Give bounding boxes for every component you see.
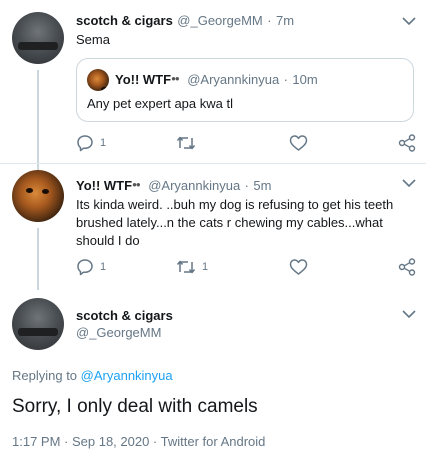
chevron-down-icon[interactable] [402,309,416,319]
eyes-emoji-icon: ●● [171,74,180,83]
main-tweet-author: scotch & cigars @_GeorgeMM [76,308,173,340]
tweet-text: Its kinda weird. ..buh my dog is refusin… [76,196,418,250]
thread-line [37,228,39,290]
reply-icon [76,258,94,276]
avatar[interactable] [12,12,64,64]
tweet-text: Sema [76,32,110,47]
share-button[interactable] [398,134,416,152]
retweet-button[interactable]: 1 [176,258,208,276]
reply-count: 1 [100,137,107,149]
separator-dot: · [244,178,249,193]
reply-button[interactable]: 1 [76,134,106,152]
reply-count: 1 [100,261,107,273]
quoted-tweet[interactable]: Yo!! WTF●● @Aryannkinyua · 10m Any pet e… [76,58,414,122]
tweet-header: scotch & cigars @_GeorgeMM · 7m [76,12,294,30]
eyes-emoji-icon: ●● [132,180,141,189]
share-icon [398,258,416,276]
like-icon [289,134,308,152]
tweet-header: Yo!! WTF●● @Aryannkinyua · 5m [76,177,271,195]
divider [0,163,426,164]
replying-to-prefix: Replying to [12,368,81,383]
tweet-meta: 1:17 PM · Sep 18, 2020 · Twitter for And… [12,434,266,449]
quoted-avatar [87,69,109,91]
quoted-handle: @Aryannkinyua [187,72,280,87]
thread-line [37,70,39,170]
retweet-count: 1 [202,261,209,273]
quoted-display-name: Yo!! WTF [115,72,172,87]
quoted-text: Any pet expert apa kwa tl [87,96,233,111]
quoted-header: Yo!! WTF●● @Aryannkinyua · 10m [115,71,318,89]
timestamp[interactable]: 5m [253,178,271,193]
user-handle[interactable]: @_GeorgeMM [177,13,262,28]
display-name[interactable]: scotch & cigars [76,308,173,323]
like-button[interactable] [289,258,314,276]
main-tweet-text: Sorry, I only deal with camels [12,396,258,417]
retweet-icon [176,134,196,152]
avatar[interactable] [12,170,64,222]
like-button[interactable] [289,134,314,152]
display-name[interactable]: scotch & cigars [76,13,173,28]
tweet-text-line: brushed lately...n the cats r chewing my… [76,215,383,230]
display-name[interactable]: Yo!! WTF [76,178,132,193]
share-icon [398,134,416,152]
tweet-text-line: Its kinda weird. ..buh my dog is refusin… [76,197,394,212]
separator-dot: · [283,72,288,87]
replying-to: Replying to @Aryannkinyua [12,368,173,383]
retweet-button[interactable] [176,134,202,152]
avatar[interactable] [12,298,64,350]
user-handle[interactable]: @Aryannkinyua [148,178,240,193]
chevron-down-icon[interactable] [402,16,416,26]
retweet-icon [176,258,196,276]
share-button[interactable] [398,258,416,276]
reply-button[interactable]: 1 [76,258,106,276]
like-icon [289,258,308,276]
replying-to-handle-link[interactable]: @Aryannkinyua [81,368,173,383]
user-handle[interactable]: @_GeorgeMM [76,325,173,340]
separator-dot: · [267,13,272,28]
tweet-text-line: should I do [76,233,140,248]
quoted-timestamp: 10m [292,72,318,87]
timestamp[interactable]: 7m [276,13,294,28]
chevron-down-icon[interactable] [402,178,416,188]
reply-icon [76,134,94,152]
